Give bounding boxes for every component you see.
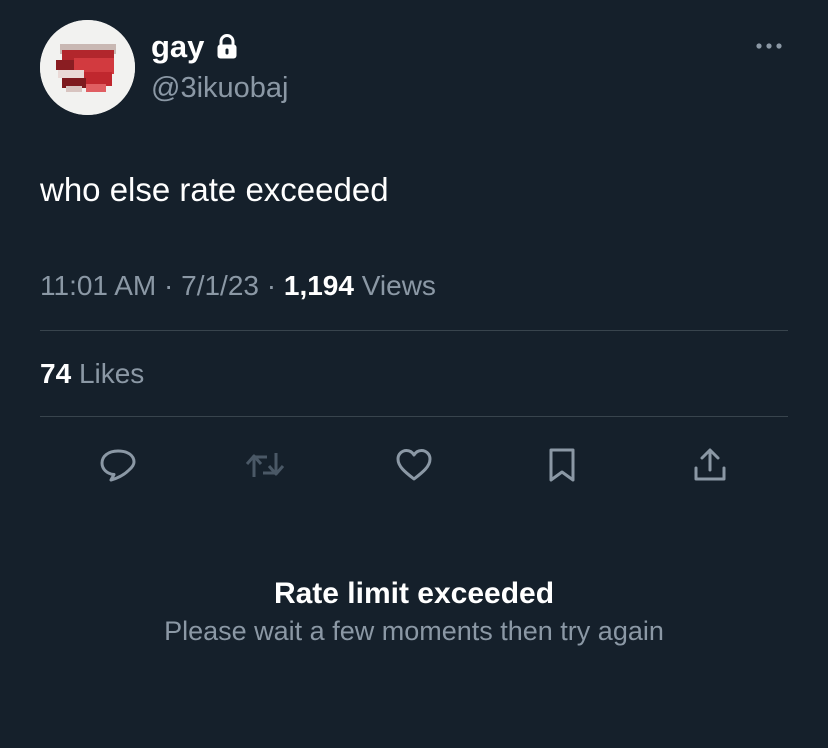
- error-message: Please wait a few moments then try again: [164, 616, 664, 646]
- author-name[interactable]: gay: [151, 28, 204, 66]
- retweet-button: [243, 443, 287, 487]
- tweet-detail-page: gay @3ikuobaj who else rate exceeded 11:…: [0, 0, 828, 748]
- share-icon: [694, 448, 726, 481]
- likes-label: Likes: [78, 358, 145, 389]
- views-count: 1,194: [283, 270, 354, 301]
- likes-count: 74: [40, 358, 72, 389]
- lock-icon: [216, 34, 238, 60]
- likes-link[interactable]: 74 Likes: [40, 354, 144, 394]
- tweet-text: who else rate exceeded: [40, 171, 389, 208]
- retweet-icon: [245, 453, 285, 477]
- author-handle[interactable]: @3ikuobaj: [151, 70, 288, 106]
- avatar-image: [40, 20, 135, 115]
- like-button[interactable]: [392, 443, 436, 487]
- views-label: Views: [361, 270, 436, 301]
- share-button[interactable]: [688, 443, 732, 487]
- more-options-icon[interactable]: [752, 36, 786, 56]
- tweet-time[interactable]: 11:01 AM: [40, 270, 156, 301]
- divider: [40, 416, 788, 417]
- meta-separator: ·: [266, 270, 277, 301]
- tweet-date[interactable]: 7/1/23: [181, 270, 259, 301]
- tweet-metadata: 11:01 AM · 7/1/23 · 1,194 Views: [40, 266, 436, 306]
- bookmark-icon: [549, 448, 575, 482]
- reply-icon: [100, 449, 136, 482]
- bookmark-button[interactable]: [540, 443, 584, 487]
- reply-button[interactable]: [96, 443, 140, 487]
- divider: [40, 330, 788, 331]
- like-icon: [396, 449, 432, 481]
- error-title: Rate limit exceeded: [273, 577, 555, 610]
- meta-separator: ·: [164, 270, 174, 301]
- avatar[interactable]: [40, 20, 135, 115]
